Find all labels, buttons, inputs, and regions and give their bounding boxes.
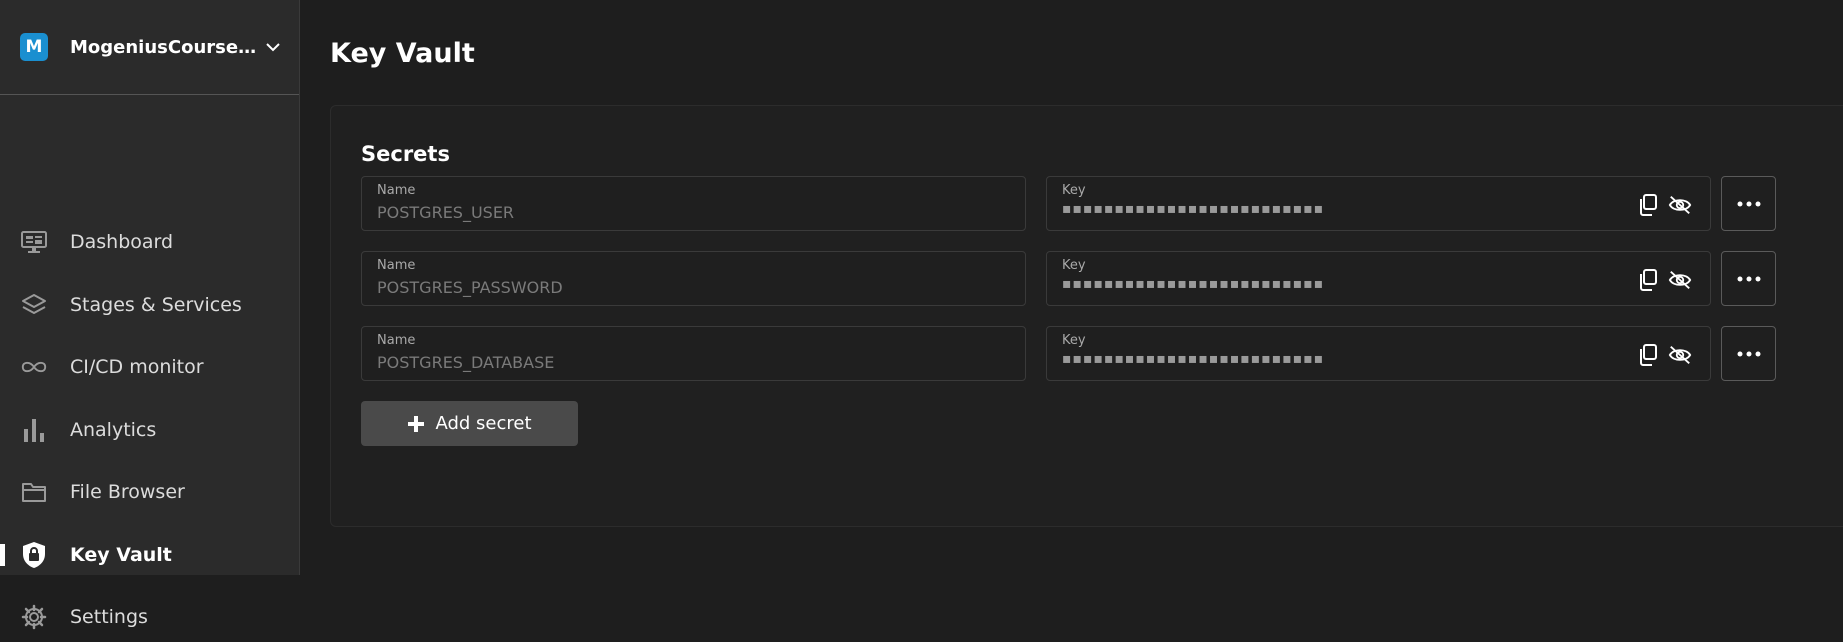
chevron-down-icon <box>266 43 280 52</box>
field-label: Key <box>1062 333 1086 348</box>
org-avatar: M <box>20 33 48 61</box>
field-label: Name <box>377 183 416 198</box>
secret-name-value: POSTGRES_DATABASE <box>377 353 555 372</box>
eye-off-icon[interactable] <box>1668 343 1692 367</box>
org-name: MogeniusCourseArm... <box>70 36 262 58</box>
layers-icon <box>20 291 48 319</box>
field-label: Name <box>377 333 416 348</box>
folder-icon <box>20 478 48 506</box>
masked-key-value: ▪▪▪▪▪▪▪▪▪▪▪▪▪▪▪▪▪▪▪▪▪▪▪▪▪ <box>1062 201 1325 217</box>
field-label: Name <box>377 258 416 273</box>
copy-icon[interactable] <box>1636 268 1660 292</box>
secret-key-field[interactable]: Key ▪▪▪▪▪▪▪▪▪▪▪▪▪▪▪▪▪▪▪▪▪▪▪▪▪ <box>1046 176 1711 231</box>
secret-key-field[interactable]: Key ▪▪▪▪▪▪▪▪▪▪▪▪▪▪▪▪▪▪▪▪▪▪▪▪▪ <box>1046 326 1711 381</box>
copy-icon[interactable] <box>1636 343 1660 367</box>
copy-icon[interactable] <box>1636 193 1660 217</box>
infinity-icon <box>20 353 48 381</box>
secret-name-field[interactable]: Name POSTGRES_PASSWORD <box>361 251 1026 306</box>
nav-label: Settings <box>70 606 148 628</box>
eye-off-icon[interactable] <box>1668 193 1692 217</box>
bar-chart-icon <box>20 416 48 444</box>
secret-name-value: POSTGRES_USER <box>377 203 515 222</box>
add-secret-label: Add secret <box>435 413 532 434</box>
nav-item-stages-services[interactable]: Stages & Services <box>0 280 300 330</box>
secrets-card: Secrets Name POSTGRES_USER Key ▪▪▪▪▪▪▪▪▪… <box>330 105 1843 527</box>
field-label: Key <box>1062 258 1086 273</box>
secret-name-field[interactable]: Name POSTGRES_DATABASE <box>361 326 1026 381</box>
nav-item-analytics[interactable]: Analytics <box>0 405 300 455</box>
nav-label: Stages & Services <box>70 294 242 316</box>
nav-label: File Browser <box>70 481 185 503</box>
add-secret-button[interactable]: Add secret <box>361 401 578 446</box>
more-options-button[interactable] <box>1721 326 1776 381</box>
masked-key-value: ▪▪▪▪▪▪▪▪▪▪▪▪▪▪▪▪▪▪▪▪▪▪▪▪▪ <box>1062 276 1325 292</box>
nav-item-file-browser[interactable]: File Browser <box>0 467 300 517</box>
field-label: Key <box>1062 183 1086 198</box>
plus-icon <box>408 415 425 432</box>
more-options-button[interactable] <box>1721 251 1776 306</box>
nav-item-settings[interactable]: Settings <box>0 592 300 642</box>
nav-item-key-vault[interactable]: Key Vault <box>0 530 300 580</box>
gear-icon <box>20 603 48 631</box>
ellipsis-icon <box>1737 351 1760 356</box>
nav-label: Analytics <box>70 419 157 441</box>
secret-name-value: POSTGRES_PASSWORD <box>377 278 563 297</box>
nav-label: Dashboard <box>70 231 174 253</box>
nav-label: CI/CD monitor <box>70 356 204 378</box>
sidebar: M MogeniusCourseArm... Dashboard Stages … <box>0 0 300 630</box>
eye-off-icon[interactable] <box>1668 268 1692 292</box>
page-title: Key Vault <box>330 38 475 69</box>
nav-label: Key Vault <box>70 544 172 566</box>
secret-key-field[interactable]: Key ▪▪▪▪▪▪▪▪▪▪▪▪▪▪▪▪▪▪▪▪▪▪▪▪▪ <box>1046 251 1711 306</box>
masked-key-value: ▪▪▪▪▪▪▪▪▪▪▪▪▪▪▪▪▪▪▪▪▪▪▪▪▪ <box>1062 351 1325 367</box>
org-switcher[interactable]: M MogeniusCourseArm... <box>0 0 299 95</box>
main-content: Key Vault Secrets Name POSTGRES_USER Key… <box>300 0 1843 575</box>
ellipsis-icon <box>1737 276 1760 281</box>
shield-lock-icon <box>20 541 48 569</box>
active-indicator <box>0 544 5 566</box>
section-title: Secrets <box>361 142 450 166</box>
nav-item-cicd-monitor[interactable]: CI/CD monitor <box>0 342 300 392</box>
monitor-icon <box>20 228 48 256</box>
ellipsis-icon <box>1737 201 1760 206</box>
more-options-button[interactable] <box>1721 176 1776 231</box>
secret-name-field[interactable]: Name POSTGRES_USER <box>361 176 1026 231</box>
nav-item-dashboard[interactable]: Dashboard <box>0 217 300 267</box>
